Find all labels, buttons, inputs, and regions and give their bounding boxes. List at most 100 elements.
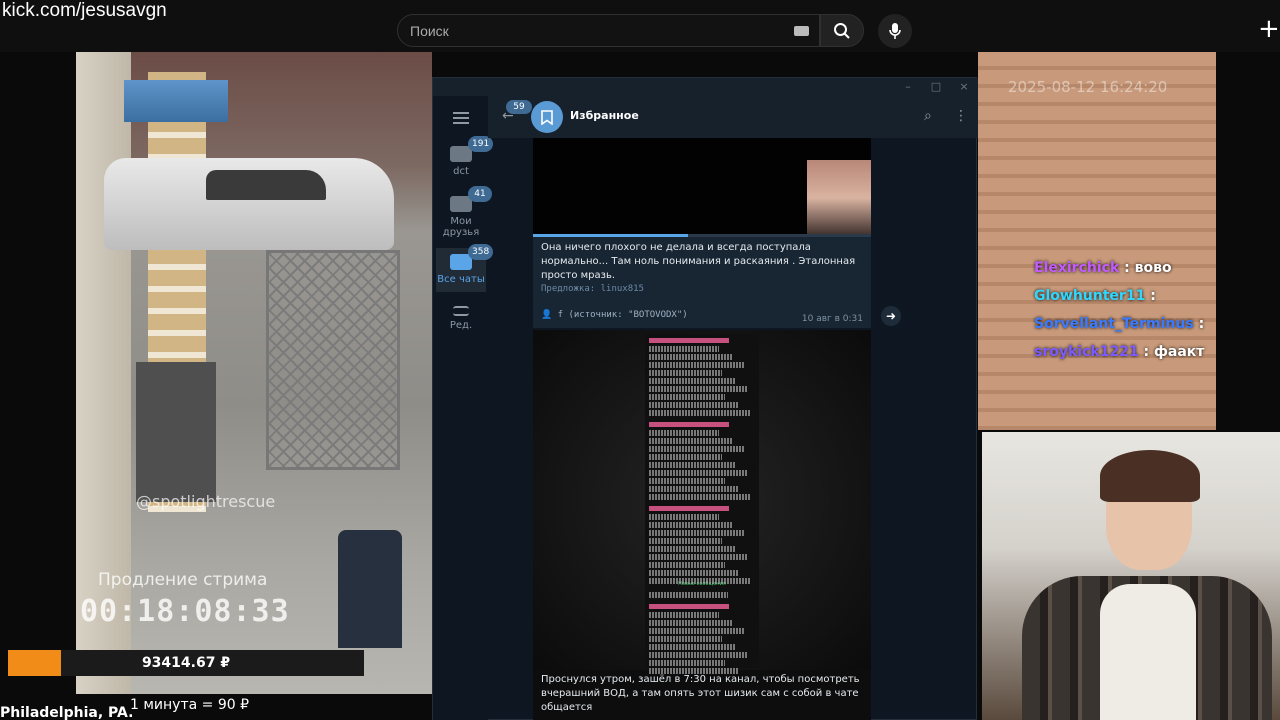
screenshot-text-line (649, 486, 738, 492)
screenshot-text-line (649, 454, 722, 460)
screenshot-text-line (649, 592, 728, 598)
screenshot-text-line (649, 652, 748, 658)
forward-icon[interactable]: ➜ (881, 306, 901, 326)
screen: kick.com/jesusavgn Поиск + @spotlightres… (0, 0, 1280, 720)
search-button[interactable] (820, 14, 864, 47)
screenshot-username (649, 506, 729, 511)
screenshot-text-line (649, 346, 719, 352)
microphone-icon (889, 23, 901, 39)
window-titlebar[interactable]: – □ × (433, 78, 978, 96)
rate-label: 1 минута = 90 ₽ (130, 697, 249, 713)
message-forwarded-video[interactable]: Она ничего плохого не делала и всегда по… (533, 138, 871, 328)
donation-total: 93414.67 ₽ (141, 655, 231, 671)
chat-header: ← 59 Избранное ⌕ ⋮ (488, 96, 978, 138)
chat-message: Elexirchick : вово (1034, 260, 1172, 276)
screenshot-text-line (649, 362, 745, 368)
screenshot-text-line (649, 538, 722, 544)
screenshot-text-line (649, 620, 732, 626)
search-icon (834, 22, 850, 39)
background-scene: 2025-08-12 16:24:20 Elexirchick : вово G… (978, 52, 1216, 430)
screenshot-text-line (649, 494, 751, 500)
car-window (206, 170, 326, 200)
message-source-text: f (источник: "BOTOVODX") (557, 310, 688, 320)
search-placeholder: Поиск (410, 22, 449, 39)
create-plus-icon[interactable]: + (1258, 16, 1280, 44)
telegram-window: – □ × 191 dct 41 Мои друзья 358 Все чаты… (432, 77, 978, 720)
message-source: 👤 f (источник: "BOTOVODX") (541, 310, 688, 320)
screenshot-text-line (649, 478, 725, 484)
message-caption: Проснулся утром, зашёл в 7:30 на канал, … (541, 674, 860, 713)
chat-text: : (1198, 316, 1205, 332)
page-url: kick.com/jesusavgn (2, 0, 167, 21)
donation-bar: 93414.67 ₽ (8, 650, 364, 676)
sliders-icon (453, 306, 469, 316)
folder-label: dct (453, 166, 469, 177)
unread-badge: 41 (468, 186, 492, 202)
chat-text: : вово (1124, 260, 1172, 276)
video-thumbnail (807, 160, 871, 236)
folder-icon: 191 (450, 136, 494, 162)
folder-friends[interactable]: 41 Мои друзья (436, 186, 492, 246)
saved-messages-avatar[interactable] (531, 101, 563, 133)
streamer-hair (1100, 450, 1200, 502)
message-screenshot[interactable]: Новые сообщения Проснулся утром, зашёл в… (533, 330, 871, 720)
screenshot-text-line (649, 354, 732, 360)
search-icon[interactable]: ⌕ (924, 108, 932, 124)
chat-username: Elexirchick (1034, 260, 1120, 276)
close-icon[interactable]: × (955, 80, 973, 94)
minimize-icon[interactable]: – (899, 80, 917, 94)
cctv-video: @spotlightrescue Продление стрима 00:18:… (76, 52, 432, 694)
screenshot-text-line (649, 470, 748, 476)
maximize-icon[interactable]: □ (927, 80, 945, 94)
screenshot-username (649, 604, 729, 609)
screenshot-text-line (649, 570, 738, 576)
chat-message: Sorvellant_Terminus : (1034, 316, 1204, 332)
location-label: Philadelphia, PA. (0, 705, 134, 720)
screenshot-text-line (649, 660, 725, 666)
folder-dct[interactable]: 191 dct (436, 136, 494, 186)
search-input[interactable]: Поиск (397, 14, 820, 47)
screenshot-text-line (649, 514, 719, 520)
phone-chat-capture: Новые сообщения (645, 334, 759, 674)
cctv-watermark: @spotlightrescue (136, 492, 276, 511)
chat-screenshot-image[interactable]: Новые сообщения (533, 330, 871, 674)
unread-badge: 191 (468, 136, 494, 152)
screenshot-text-line (649, 438, 732, 444)
folder-label: Мои друзья (442, 216, 480, 238)
message-text: Она ничего плохого не делала и всегда по… (541, 242, 856, 281)
video-progress-fill (533, 234, 689, 237)
screenshot-text-line (649, 410, 751, 416)
screenshot-text-line (649, 578, 751, 584)
menu-icon[interactable] (453, 112, 469, 124)
screenshot-text-line (649, 522, 732, 528)
streamer-webcam (982, 432, 1280, 720)
video-progress[interactable] (533, 234, 871, 237)
more-options-icon[interactable]: ⋮ (954, 108, 968, 124)
folder-icon: 41 (450, 186, 492, 212)
keyboard-icon[interactable] (794, 26, 809, 36)
screenshot-text-line (649, 562, 725, 568)
chat-text: : (1150, 288, 1156, 304)
screenshot-text-line (649, 530, 745, 536)
blue-bin (338, 530, 402, 648)
chat-username: Glowhunter11 (1034, 288, 1146, 304)
chat-username: Sorvellant_Terminus (1034, 316, 1194, 332)
chat-message: sroykick1221 : фаакт (1034, 344, 1204, 360)
video-preview[interactable] (533, 138, 871, 237)
voice-search-button[interactable] (878, 14, 912, 48)
folder-all-chats[interactable]: 358 Все чаты (436, 244, 494, 292)
screenshot-text-line (649, 462, 735, 468)
folder-label: Все чаты (437, 274, 485, 285)
folder-label: Ред. (449, 320, 473, 331)
folder-edit[interactable]: Ред. (436, 306, 486, 346)
screenshot-text-line (649, 612, 719, 618)
message-time: 10 авг в 0:31 (801, 314, 863, 324)
chat-title[interactable]: Избранное (570, 109, 639, 122)
screenshot-text-line (649, 402, 738, 408)
browser-topbar: kick.com/jesusavgn Поиск + (0, 0, 1280, 52)
screenshot-username (649, 422, 729, 427)
screenshot-text-line (649, 378, 735, 384)
pillar-base (136, 362, 216, 502)
unread-badge: 358 (468, 244, 494, 260)
chat-username: sroykick1221 (1034, 344, 1139, 360)
